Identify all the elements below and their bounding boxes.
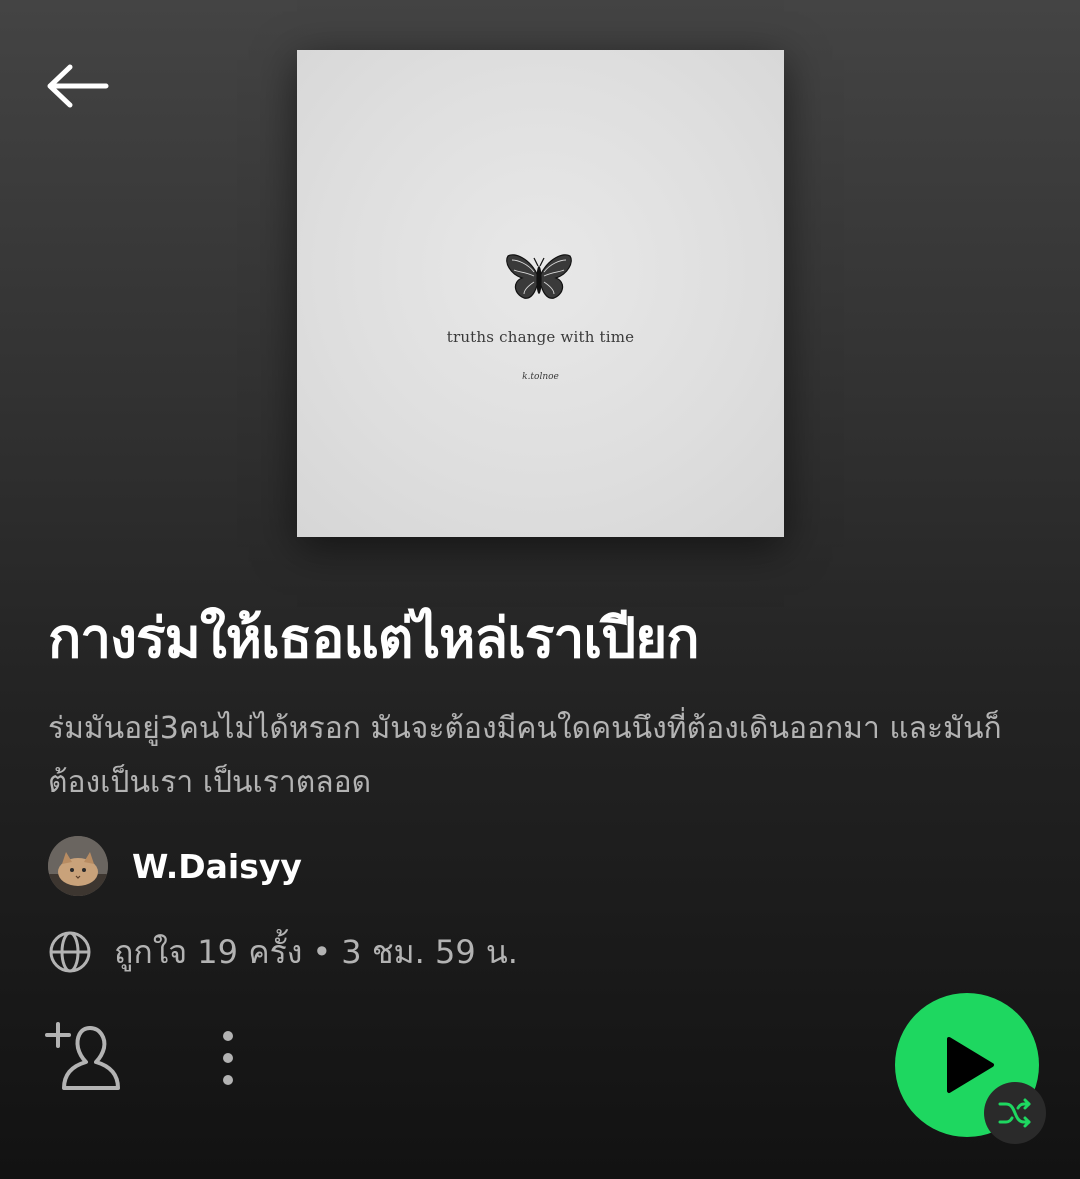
owner-link[interactable]: W.Daisyy	[48, 836, 302, 896]
shuffle-icon	[998, 1098, 1031, 1128]
cover-text: truths change with time	[446, 328, 635, 346]
globe-icon	[49, 931, 91, 973]
playlist-title: กางร่มให้เธอแต่ไหล่เราเปียก	[48, 606, 700, 670]
likes-count: ถูกใจ 19 ครั้ง	[114, 932, 303, 971]
cat-avatar-icon	[48, 836, 108, 896]
shuffle-button[interactable]	[984, 1082, 1046, 1144]
play-icon	[947, 1037, 994, 1093]
avatar	[48, 836, 108, 896]
owner-name: W.Daisyy	[132, 846, 302, 886]
butterfly-icon	[506, 254, 572, 299]
cover-author: k.tolnoe	[522, 372, 559, 382]
meta-separator: •	[312, 933, 332, 971]
add-user-icon	[45, 1022, 120, 1090]
more-options-button[interactable]	[200, 1022, 256, 1094]
playlist-cover: truths change with time k.tolnoe	[297, 50, 784, 537]
playlist-description: ร่มมันอยู่3คนไม่ได้หรอก มันจะต้องมีคนใดค…	[48, 711, 1002, 800]
back-button[interactable]	[40, 50, 116, 122]
more-vertical-icon	[223, 1031, 233, 1085]
playlist-duration: 3 ชม. 59 น.	[341, 932, 518, 971]
arrow-left-icon	[47, 64, 109, 108]
playlist-meta: ถูกใจ 19 ครั้ง • 3 ชม. 59 น.	[48, 924, 518, 980]
add-collaborator-button[interactable]	[42, 1018, 126, 1094]
